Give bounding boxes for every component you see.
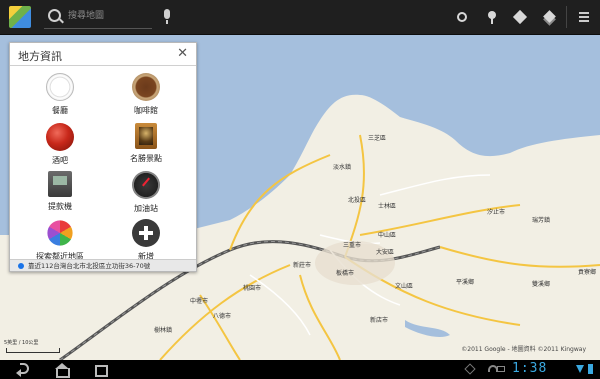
scale-bar xyxy=(6,348,60,353)
menu-icon[interactable] xyxy=(576,9,592,25)
system-navigation-bar: 1:38 xyxy=(0,360,600,379)
layers-icon[interactable] xyxy=(542,9,558,25)
map-label: 大安區 xyxy=(376,249,395,256)
place-cafe[interactable]: 咖啡館 xyxy=(106,73,186,123)
map-scale: 5英里 / 10公里 xyxy=(4,339,64,357)
place-label: 加油站 xyxy=(134,204,158,213)
explore-icon xyxy=(47,220,73,246)
place-label: 咖啡館 xyxy=(134,106,158,115)
search-icon xyxy=(48,9,61,22)
panel-divider xyxy=(10,65,196,66)
map-label: 桃園市 xyxy=(243,285,262,292)
places-pin-icon[interactable] xyxy=(484,9,500,25)
place-label: 提款機 xyxy=(48,202,72,211)
scale-label: 5英里 / 10公里 xyxy=(4,340,39,346)
mail-icon xyxy=(497,366,505,372)
place-atm[interactable]: 提款機 xyxy=(20,171,100,221)
search-input[interactable] xyxy=(68,8,150,24)
place-attraction[interactable]: 名勝景點 xyxy=(106,123,186,173)
current-location-text: 靠近112台灣台北市北投區立功街36-70號 xyxy=(28,262,151,270)
location-dot-icon xyxy=(18,263,24,269)
status-clock: 1:38 xyxy=(512,361,548,376)
current-location-bar[interactable]: 靠近112台灣台北市北投區立功街36-70號 xyxy=(10,259,196,271)
attraction-icon xyxy=(135,123,157,149)
map-label: 八德市 xyxy=(213,313,232,320)
map-label: 瑞芳鎮 xyxy=(532,217,551,224)
places-panel: 地方資訊 ✕ 餐廳 咖啡館 酒吧 名勝景點 提款機 加油站 探索鄰近地區 新增 … xyxy=(9,42,197,272)
map-label: 汐止市 xyxy=(487,209,506,216)
map-label: 新店市 xyxy=(370,317,389,324)
search-box[interactable] xyxy=(44,6,152,29)
wifi-icon xyxy=(576,365,584,373)
close-icon[interactable]: ✕ xyxy=(177,46,188,61)
home-icon[interactable] xyxy=(55,363,70,378)
map-label: 樹林鎮 xyxy=(154,327,173,334)
recent-apps-icon[interactable] xyxy=(93,363,108,377)
cafe-icon xyxy=(132,73,160,101)
map-label: 雙溪鄉 xyxy=(532,281,551,288)
map-label: 北投區 xyxy=(348,197,367,204)
bar-icon xyxy=(46,123,74,151)
gas-station-icon xyxy=(132,171,160,199)
map-label: 新莊市 xyxy=(293,262,312,269)
place-bar[interactable]: 酒吧 xyxy=(20,123,100,173)
map-label: 淡水鎮 xyxy=(333,164,352,171)
place-label: 名勝景點 xyxy=(130,154,162,163)
panel-title: 地方資訊 xyxy=(18,50,62,63)
map-label: 三重市 xyxy=(343,242,362,249)
place-gas-station[interactable]: 加油站 xyxy=(106,171,186,221)
add-icon xyxy=(132,219,160,247)
atm-icon xyxy=(48,171,72,197)
map-label: 文山區 xyxy=(395,283,414,290)
microphone-icon[interactable] xyxy=(164,9,170,24)
back-icon[interactable] xyxy=(16,363,30,377)
map-copyright: ©2011 Google - 地圖資料 ©2011 Kingway xyxy=(461,346,586,353)
gps-status-icon xyxy=(464,363,476,375)
map-label: 板橋市 xyxy=(336,270,355,277)
toolbar-divider xyxy=(566,6,567,28)
map-label: 平溪鄉 xyxy=(456,279,475,286)
map-label: 貢寮鄉 xyxy=(578,269,597,276)
map-label: 士林區 xyxy=(378,203,397,210)
place-restaurant[interactable]: 餐廳 xyxy=(20,73,100,123)
place-label: 酒吧 xyxy=(52,156,68,165)
directions-icon[interactable] xyxy=(512,9,528,25)
maps-app-icon[interactable] xyxy=(9,6,31,28)
map-label: 中壢市 xyxy=(190,298,209,305)
restaurant-icon xyxy=(46,73,74,101)
top-action-bar xyxy=(0,0,600,35)
my-location-icon[interactable] xyxy=(454,9,470,25)
battery-icon xyxy=(588,364,593,374)
map-label: 中山區 xyxy=(378,232,397,239)
map-label: 三芝區 xyxy=(368,135,387,142)
place-label: 餐廳 xyxy=(52,106,68,115)
